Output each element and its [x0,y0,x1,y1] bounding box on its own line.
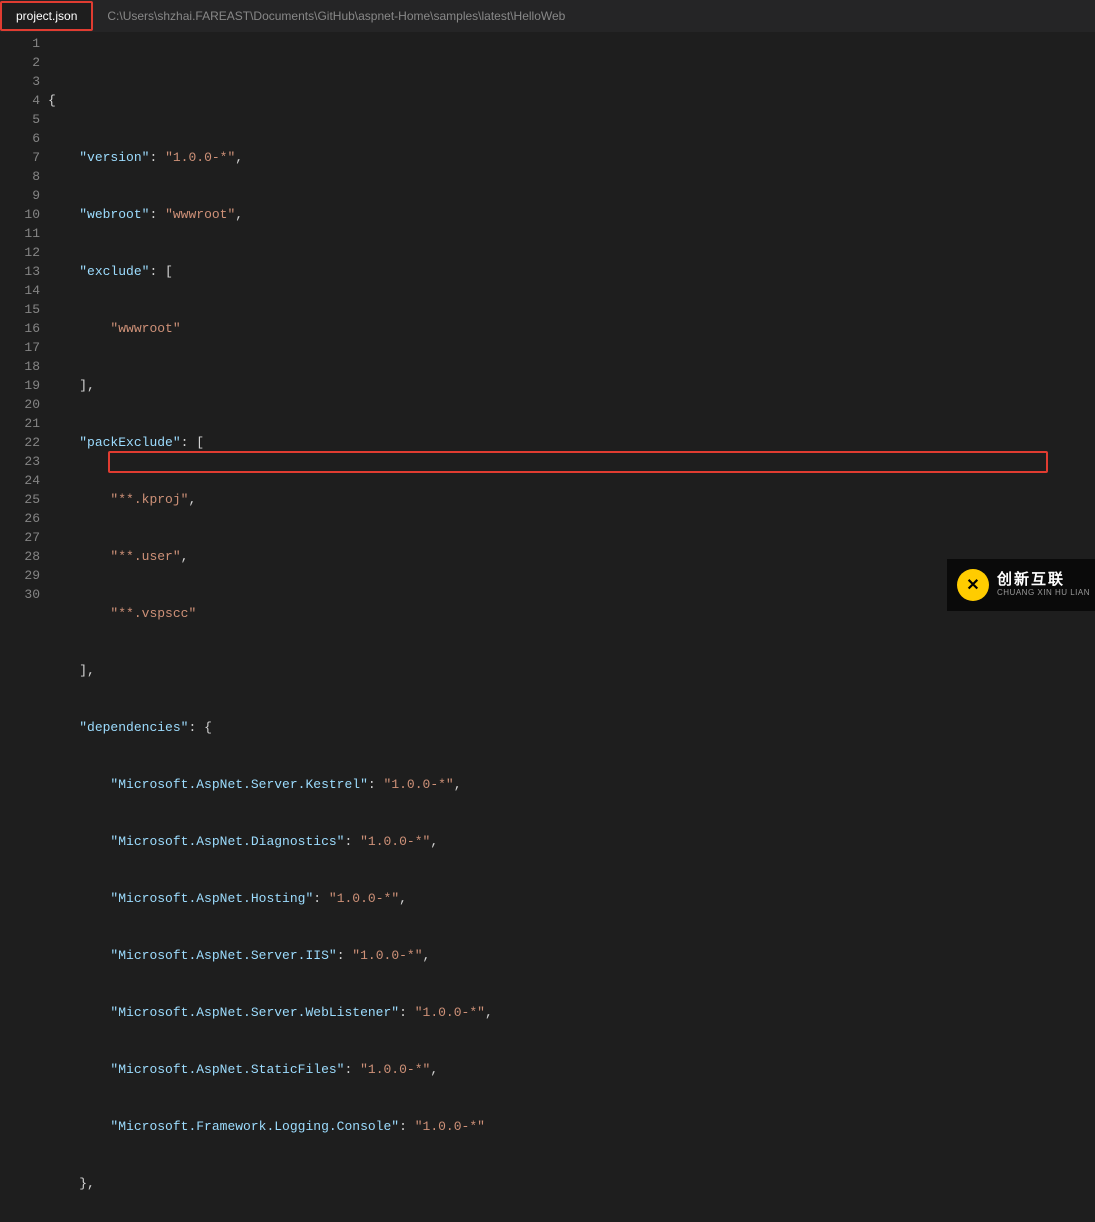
code-line: ], [48,376,1095,395]
code-line: "packExclude": [ [48,433,1095,452]
line-number: 18 [0,357,40,376]
code-line: "**.vspscc" [48,604,1095,623]
line-number: 12 [0,243,40,262]
line-number: 27 [0,528,40,547]
code-line: "wwwroot" [48,319,1095,338]
line-number: 13 [0,262,40,281]
code-line: "version": "1.0.0-*", [48,148,1095,167]
code-line: { [48,91,1095,110]
line-number: 20 [0,395,40,414]
line-number-gutter: 1234567891011121314151617181920212223242… [0,32,48,611]
code-line: }, [48,1174,1095,1193]
line-number: 22 [0,433,40,452]
code-line: "Microsoft.AspNet.Server.Kestrel": "1.0.… [48,775,1095,794]
code-line: ], [48,661,1095,680]
line-number: 10 [0,205,40,224]
line-number: 11 [0,224,40,243]
code-line: "exclude": [ [48,262,1095,281]
code-line: "Microsoft.AspNet.Hosting": "1.0.0-*", [48,889,1095,908]
line-number: 14 [0,281,40,300]
line-number: 23 [0,452,40,471]
line-number: 30 [0,585,40,604]
code-line: "Microsoft.Framework.Logging.Console": "… [48,1117,1095,1136]
line-number: 4 [0,91,40,110]
code-line: "webroot": "wwwroot", [48,205,1095,224]
editor: 1234567891011121314151617181920212223242… [0,32,1095,611]
code-line: "Microsoft.AspNet.StaticFiles": "1.0.0-*… [48,1060,1095,1079]
line-number: 9 [0,186,40,205]
line-number: 25 [0,490,40,509]
line-number: 16 [0,319,40,338]
line-number: 3 [0,72,40,91]
line-number: 26 [0,509,40,528]
code-line: "Microsoft.AspNet.Server.IIS": "1.0.0-*"… [48,946,1095,965]
line-number: 24 [0,471,40,490]
logo-text-en: CHUANG XIN HU LIAN [997,589,1090,598]
code-line: "**.kproj", [48,490,1095,509]
line-number: 17 [0,338,40,357]
logo-mark-icon: ✕ [957,569,989,601]
logo-text-cn: 创新互联 [997,572,1090,589]
code-area[interactable]: { "version": "1.0.0-*", "webroot": "wwwr… [48,32,1095,611]
line-number: 19 [0,376,40,395]
code-line: "dependencies": { [48,718,1095,737]
line-number: 15 [0,300,40,319]
line-number: 28 [0,547,40,566]
line-number: 21 [0,414,40,433]
tab-bar: project.json C:\Users\shzhai.FAREAST\Doc… [0,0,1095,32]
line-number: 8 [0,167,40,186]
line-number: 5 [0,110,40,129]
line-number: 6 [0,129,40,148]
line-number: 2 [0,53,40,72]
line-number: 1 [0,34,40,53]
watermark-logo: ✕ 创新互联 CHUANG XIN HU LIAN [947,559,1095,611]
file-tab-active[interactable]: project.json [0,1,93,31]
code-line: "Microsoft.AspNet.Server.WebListener": "… [48,1003,1095,1022]
code-line: "Microsoft.AspNet.Diagnostics": "1.0.0-*… [48,832,1095,851]
file-path-label: C:\Users\shzhai.FAREAST\Documents\GitHub… [93,1,579,31]
line-number: 29 [0,566,40,585]
highlight-box-kestrel [108,451,1048,473]
code-line: "**.user", [48,547,1095,566]
line-number: 7 [0,148,40,167]
